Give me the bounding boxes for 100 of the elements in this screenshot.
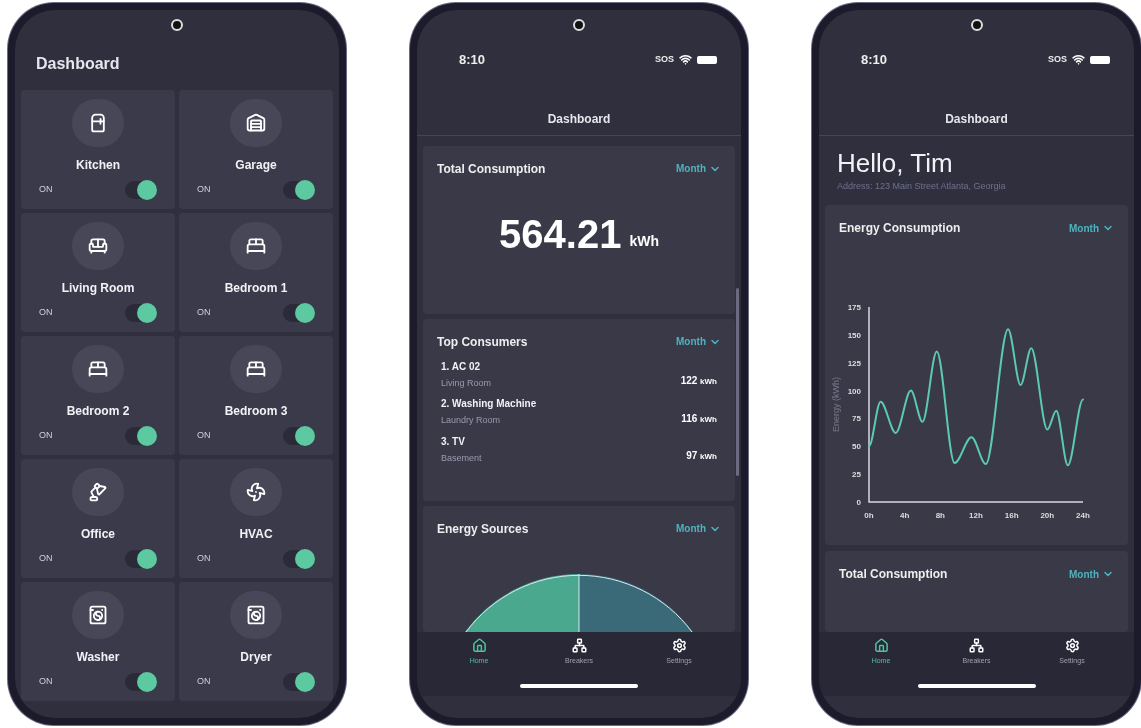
header-title: Dashboard xyxy=(945,110,1008,128)
total-value: 564.21 xyxy=(499,213,622,254)
x-tick-label: 8h xyxy=(935,511,945,520)
screen-title: Dashboard xyxy=(35,54,121,74)
settings-icon xyxy=(671,638,687,653)
room-card[interactable]: Bedroom 3 ON xyxy=(179,336,333,455)
room-card[interactable]: Living Room ON xyxy=(21,213,175,332)
period-dropdown[interactable]: Month xyxy=(676,161,721,176)
settings-icon xyxy=(1064,638,1080,653)
room-card[interactable]: Kitchen ON xyxy=(21,90,175,209)
consumer-name: 1. AC 02 xyxy=(441,359,482,374)
toggle-switch[interactable] xyxy=(125,550,157,568)
room-name: Kitchen xyxy=(76,157,120,174)
bed-icon xyxy=(88,359,108,379)
x-tick-label: 0h xyxy=(864,511,874,520)
garage-icon xyxy=(246,113,266,133)
room-card[interactable]: Bedroom 1 ON xyxy=(179,213,333,332)
y-tick-label: 100 xyxy=(847,386,861,396)
room-card[interactable]: Office ON xyxy=(21,459,175,578)
card-title: Energy Sources xyxy=(437,520,529,538)
toggle-switch[interactable] xyxy=(125,304,157,322)
y-tick-label: 0 xyxy=(856,498,861,507)
refrigerator-icon xyxy=(88,113,108,133)
period-dropdown[interactable]: Month xyxy=(676,334,721,349)
y-tick-label: 125 xyxy=(847,358,861,368)
toggle-switch[interactable] xyxy=(283,304,315,322)
state-label: ON xyxy=(197,675,211,689)
status-time: 8:10 xyxy=(459,51,486,69)
toggle-switch[interactable] xyxy=(283,550,315,568)
x-tick-label: 20h xyxy=(1040,511,1055,520)
period-dropdown[interactable]: Month xyxy=(676,521,721,536)
wifi-icon xyxy=(679,53,692,67)
state-label: ON xyxy=(197,429,211,443)
battery-icon xyxy=(697,55,717,64)
state-label: ON xyxy=(197,306,211,320)
toggle-switch[interactable] xyxy=(283,673,315,691)
room-card[interactable]: HVAC ON xyxy=(179,459,333,578)
room-card[interactable]: Bedroom 2 ON xyxy=(21,336,175,455)
period-dropdown[interactable]: Month xyxy=(1069,566,1114,582)
y-tick-label: 150 xyxy=(847,330,861,340)
state-label: ON xyxy=(39,429,53,443)
network-icon xyxy=(571,638,587,653)
x-tick-label: 24h xyxy=(1076,511,1090,520)
card-title: Energy Consumption xyxy=(839,220,961,237)
bed-icon xyxy=(246,359,266,379)
toggle-switch[interactable] xyxy=(125,427,157,445)
x-tick-label: 12h xyxy=(969,511,983,520)
wifi-icon xyxy=(1072,53,1085,67)
y-tick-label: 50 xyxy=(852,442,861,452)
consumer-value: 116 kWh xyxy=(681,411,717,426)
sofa-icon xyxy=(88,236,108,256)
room-name: Living Room xyxy=(61,280,135,297)
consumer-value: 122 kWh xyxy=(680,374,717,388)
period-dropdown[interactable]: Month xyxy=(1069,220,1114,236)
consumer-room: Basement xyxy=(441,451,482,465)
carrier-label: SOS xyxy=(1048,53,1067,66)
state-label: ON xyxy=(39,306,53,320)
room-name: Bedroom 2 xyxy=(66,403,130,420)
battery-icon xyxy=(1090,55,1110,64)
state-label: ON xyxy=(39,675,53,689)
room-name: Dryer xyxy=(240,649,272,666)
carrier-label: SOS xyxy=(655,53,674,66)
room-card[interactable]: Washer ON xyxy=(21,582,175,701)
consumer-name: 2. Washing Machine xyxy=(441,397,537,411)
room-card[interactable]: Garage ON xyxy=(179,90,333,209)
greeting: Hello, Tim xyxy=(836,149,954,176)
state-label: ON xyxy=(197,552,211,566)
y-tick-label: 25 xyxy=(852,470,861,480)
room-card[interactable]: Dryer ON xyxy=(179,582,333,701)
address-text: Address: 123 Main Street Atlanta, Georgia xyxy=(836,179,1007,193)
card-title: Total Consumption xyxy=(839,566,948,583)
toggle-switch[interactable] xyxy=(283,181,315,199)
y-axis-label: Energy (kWh) xyxy=(831,377,841,432)
network-icon xyxy=(969,638,984,653)
washing-machine-icon xyxy=(88,605,108,625)
x-tick-label: 4h xyxy=(900,511,910,520)
toggle-switch[interactable] xyxy=(283,427,315,445)
room-name: Garage xyxy=(235,157,277,174)
header-title: Dashboard xyxy=(547,110,611,128)
room-name: Washer xyxy=(76,649,120,666)
room-name: Office xyxy=(81,526,115,543)
consumer-room: Living Room xyxy=(441,376,492,390)
consumer-name: 3. TV xyxy=(441,434,466,449)
state-label: ON xyxy=(39,552,53,566)
card-title: Top Consumers xyxy=(437,333,528,351)
x-tick-label: 16h xyxy=(1004,511,1019,520)
state-label: ON xyxy=(39,183,53,197)
state-label: ON xyxy=(197,183,211,197)
y-tick-label: 75 xyxy=(852,414,861,424)
room-name: Bedroom 1 xyxy=(224,280,288,297)
room-name: Bedroom 3 xyxy=(224,403,288,420)
bed-icon xyxy=(246,236,266,256)
room-name: HVAC xyxy=(239,526,273,543)
consumer-value: 97 kWh xyxy=(686,449,717,463)
status-time: 8:10 xyxy=(861,51,888,69)
toggle-switch[interactable] xyxy=(125,181,157,199)
toggle-switch[interactable] xyxy=(125,673,157,691)
y-tick-label: 175 xyxy=(847,303,861,312)
washing-machine-icon xyxy=(246,605,266,625)
home-icon xyxy=(471,638,487,653)
